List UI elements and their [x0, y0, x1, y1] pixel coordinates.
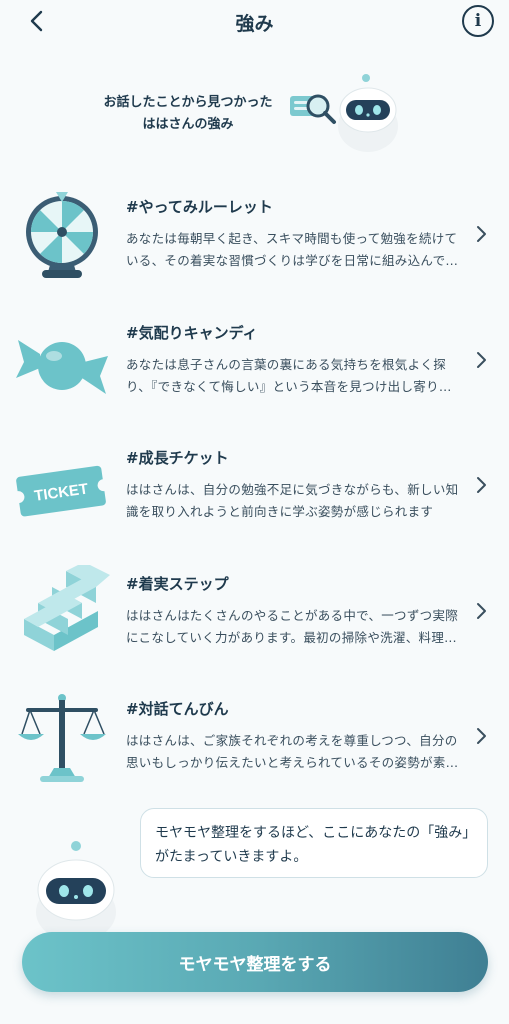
- strength-title: #対話てんびん: [126, 700, 229, 718]
- strength-description: ははさんは、ご家族それぞれの考えを尊重しつつ、自分の思いもしっかり伝えたいと考え…: [126, 733, 459, 770]
- strengths-list: #やってみルーレット あなたは毎朝早く起き、スキマ時間も使って勉強を続けている、…: [0, 176, 509, 804]
- robot-magnifier-icon: [290, 74, 398, 152]
- robot-avatar-icon: [36, 841, 116, 938]
- info-button[interactable]: i: [462, 5, 494, 37]
- speech-bubble: モヤモヤ整理をするほど、ここにあなたの「強み」がたまっていきますよ。: [140, 808, 488, 878]
- candy-icon: [16, 339, 108, 394]
- hero-line-1: お話したことから見つかった: [103, 95, 273, 110]
- strength-item[interactable]: #対話てんびん ははさんは、ご家族それぞれの考えを尊重しつつ、自分の思いもしっか…: [0, 678, 509, 804]
- scale-icon: [18, 694, 106, 782]
- page-title: 強み: [235, 13, 274, 35]
- hero-text: お話したことから見つかった ははさんの強み: [98, 92, 278, 136]
- hero-section: お話したことから見つかった ははさんの強み: [0, 70, 509, 160]
- chevron-right-icon: [477, 351, 486, 368]
- strength-item[interactable]: TICKET #成長チケット ははさんは、自分の勉強不足に気づきながらも、新しい…: [0, 427, 509, 553]
- strength-description: ははさんは、自分の勉強不足に気づきながらも、新しい知識を取り入れようと前向きに学…: [126, 482, 459, 519]
- strength-description: あなたは息子さんの言葉の裏にある気持ちを根気よく探り、『できなくて悔しい』という…: [126, 356, 452, 394]
- header: 強み i: [0, 0, 509, 44]
- roulette-icon: [26, 192, 98, 278]
- strength-title: #成長チケット: [126, 449, 229, 467]
- strength-description: ははさんはたくさんのやることがある中で、一つずつ実際にこなしていく力があります。…: [126, 607, 459, 645]
- chevron-right-icon: [477, 477, 486, 493]
- ticket-icon: TICKET: [14, 465, 110, 517]
- strength-title: #気配りキャンディ: [126, 323, 258, 342]
- strength-title: #やってみルーレット: [126, 198, 273, 216]
- strength-item[interactable]: #気配りキャンディ あなたは息子さんの言葉の裏にある気持ちを根気よく探り、『でき…: [0, 302, 509, 428]
- strength-description: あなたは毎朝早く起き、スキマ時間も使って勉強を続けている、その着実な習慣づくりは…: [126, 231, 459, 268]
- chevron-right-icon: [477, 226, 486, 242]
- strength-title: #着実ステップ: [126, 574, 229, 593]
- chevron-right-icon: [477, 728, 486, 744]
- chevron-right-icon: [477, 602, 486, 619]
- organize-button[interactable]: モヤモヤ整理をする: [22, 932, 488, 992]
- strength-item[interactable]: #やってみルーレット あなたは毎朝早く起き、スキマ時間も使って勉強を続けている、…: [0, 176, 509, 302]
- stairs-icon: [24, 564, 110, 651]
- strength-item[interactable]: #着実ステップ ははさんはたくさんのやることがある中で、一つずつ実際にこなしてい…: [0, 553, 509, 679]
- hero-line-2: ははさんの強み: [142, 117, 234, 132]
